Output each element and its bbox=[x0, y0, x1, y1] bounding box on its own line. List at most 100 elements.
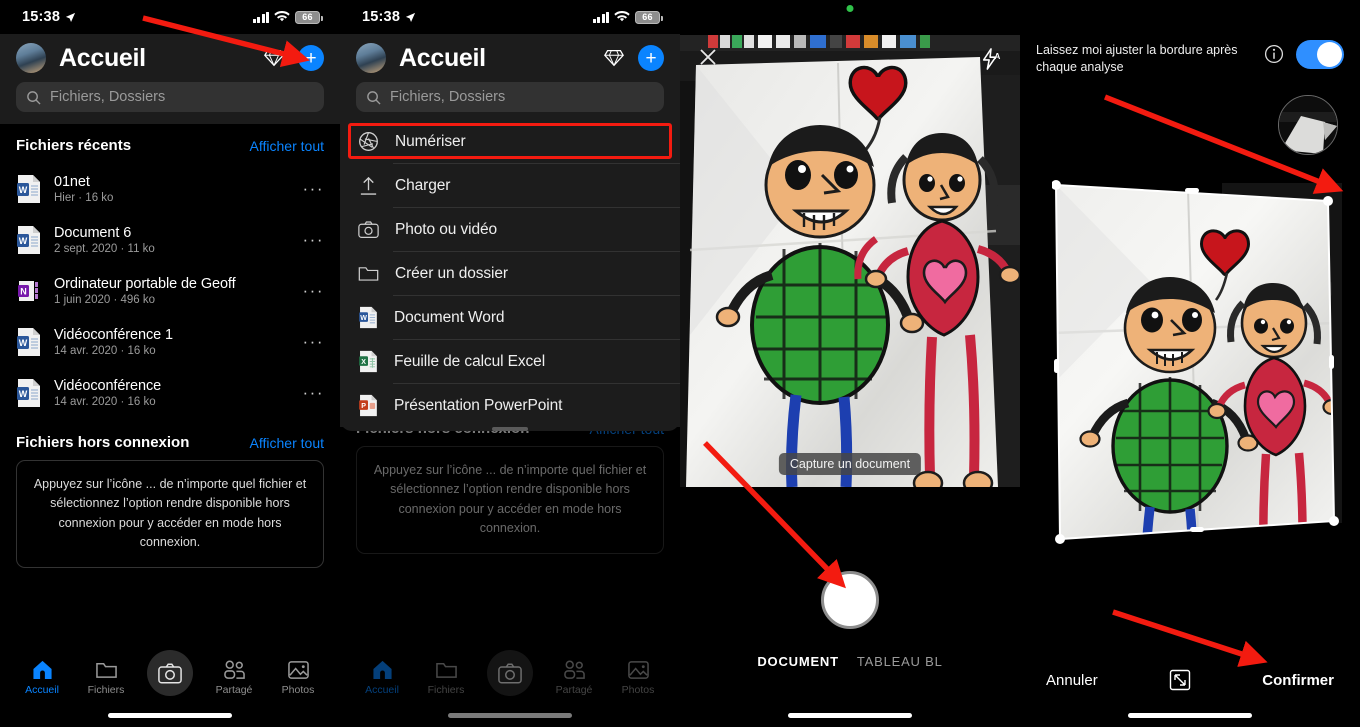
svg-text:W: W bbox=[19, 389, 28, 399]
menu-item-label: Créer un dossier bbox=[395, 264, 508, 282]
menu-item-document-word[interactable]: W Document Word bbox=[340, 296, 680, 339]
avatar[interactable] bbox=[16, 43, 46, 73]
camera-root: A Capture un document DOCUMENT TABLEAU B… bbox=[680, 0, 1020, 727]
file-more-button[interactable]: ··· bbox=[297, 179, 324, 199]
header-row: Accueil + bbox=[16, 34, 324, 82]
home-indicator bbox=[108, 713, 232, 718]
file-name: Document 6 bbox=[54, 224, 132, 241]
tab-label: Photos bbox=[281, 684, 315, 696]
file-name: Ordinateur portable de Geoff bbox=[54, 275, 236, 292]
search-input[interactable]: Fichiers, Dossiers bbox=[16, 82, 324, 112]
info-circle-icon[interactable] bbox=[1264, 44, 1284, 64]
file-more-button[interactable]: ··· bbox=[297, 281, 324, 301]
offline-see-all[interactable]: Afficher tout bbox=[250, 435, 324, 451]
excel-file-icon: X bbox=[359, 350, 377, 373]
battery-indicator: 66 bbox=[635, 10, 663, 24]
status-bar: 15:38 66 bbox=[340, 0, 680, 34]
svg-text:W: W bbox=[19, 338, 28, 348]
wifi-icon bbox=[614, 11, 630, 22]
folder-icon bbox=[95, 663, 117, 678]
menu-item-feuille-excel[interactable]: X Feuille de calcul Excel bbox=[340, 340, 680, 383]
confirm-button[interactable]: Confirmer bbox=[1262, 672, 1334, 689]
svg-text:W: W bbox=[19, 236, 28, 246]
menu-item-photo-video[interactable]: Photo ou vidéo bbox=[340, 208, 680, 251]
screenshot-stage: 15:38 66 Accueil + Fichiers, Dossiers Fi… bbox=[0, 0, 1360, 727]
status-time: 15:38 bbox=[362, 9, 401, 25]
file-more-button[interactable]: ··· bbox=[297, 383, 324, 403]
tab-fichiers[interactable]: Fichiers bbox=[78, 659, 134, 696]
location-arrow-icon bbox=[66, 12, 76, 22]
file-more-button[interactable]: ··· bbox=[297, 332, 324, 352]
resize-arrows-icon[interactable] bbox=[1169, 669, 1191, 691]
folder-outline-icon bbox=[358, 267, 379, 281]
recent-title: Fichiers récents bbox=[16, 137, 132, 154]
menu-item-label: Document Word bbox=[394, 308, 505, 326]
word-file-icon: W bbox=[16, 378, 42, 408]
search-input[interactable]: Fichiers, Dossiers bbox=[356, 82, 664, 112]
search-icon bbox=[27, 90, 41, 105]
crop-action-bar: Annuler Confirmer bbox=[1020, 669, 1360, 691]
mode-document[interactable]: DOCUMENT bbox=[757, 654, 839, 669]
home-indicator bbox=[1128, 713, 1252, 718]
close-icon[interactable] bbox=[698, 47, 718, 67]
add-button[interactable]: + bbox=[298, 45, 324, 71]
recent-see-all[interactable]: Afficher tout bbox=[250, 138, 324, 154]
table-row[interactable]: W Vidéoconférence 14 avr. 2020 · 16 ko ·… bbox=[0, 367, 340, 418]
file-name: 01net bbox=[54, 173, 90, 190]
sheet-grabber[interactable] bbox=[492, 427, 528, 431]
menu-item-charger[interactable]: Charger bbox=[340, 164, 680, 207]
tab-photos[interactable]: Photos bbox=[270, 659, 326, 696]
tab-accueil[interactable]: Accueil bbox=[14, 659, 70, 696]
diamond-icon[interactable] bbox=[263, 47, 285, 69]
diamond-icon[interactable] bbox=[603, 47, 625, 69]
auto-border-toggle[interactable] bbox=[1296, 40, 1344, 69]
header-row: Accueil + bbox=[356, 34, 664, 82]
menu-item-label: Feuille de calcul Excel bbox=[394, 352, 546, 370]
status-right: 66 bbox=[252, 10, 323, 24]
tab-list: Accueil Fichiers Partagé bbox=[0, 645, 340, 700]
flash-auto-icon[interactable]: A bbox=[980, 47, 1002, 71]
table-row[interactable]: N Ordinateur portable de Geoff 1 juin 20… bbox=[0, 265, 340, 316]
menu-item-label: Présentation PowerPoint bbox=[394, 396, 563, 414]
camera-icon bbox=[158, 663, 182, 683]
svg-text:A: A bbox=[994, 52, 1000, 61]
panel-crop-confirm: Laissez moi ajuster la bordure après cha… bbox=[1020, 0, 1360, 727]
photo-icon bbox=[287, 661, 309, 679]
crop-editor[interactable] bbox=[1051, 173, 1342, 545]
table-row[interactable]: W Vidéoconférence 1 14 avr. 2020 · 16 ko… bbox=[0, 316, 340, 367]
panel-home: 15:38 66 Accueil + Fichiers, Dossiers Fi… bbox=[0, 0, 340, 727]
page-title: Accueil bbox=[59, 43, 146, 72]
menu-item-presentation-powerpoint[interactable]: P Présentation PowerPoint bbox=[340, 384, 680, 427]
table-row[interactable]: W Document 6 2 sept. 2020 · 11 ko ··· bbox=[0, 214, 340, 265]
camera-outline-icon bbox=[358, 221, 379, 238]
capture-thumbnail[interactable] bbox=[1278, 95, 1338, 155]
file-subtitle: 1 juin 2020 · 496 ko bbox=[54, 293, 156, 306]
cancel-button[interactable]: Annuler bbox=[1046, 672, 1098, 689]
app-header: Accueil + Fichiers, Dossiers bbox=[340, 34, 680, 124]
offline-empty-state: Appuyez sur l’icône ... de n’importe que… bbox=[16, 460, 324, 568]
panel-camera: A Capture un document DOCUMENT TABLEAU B… bbox=[680, 0, 1020, 727]
add-button[interactable]: + bbox=[638, 45, 664, 71]
file-more-button[interactable]: ··· bbox=[297, 230, 324, 250]
offline-section-header: Fichiers hors connexion Afficher tout bbox=[0, 418, 340, 460]
camera-fab[interactable] bbox=[147, 650, 193, 696]
status-left: 15:38 bbox=[22, 9, 76, 25]
status-right: 66 bbox=[592, 10, 663, 24]
tab-partage[interactable]: Partagé bbox=[206, 659, 262, 696]
add-action-sheet: Numériser Charger Photo ou vidéo Créer u… bbox=[340, 120, 680, 431]
capture-hint: Capture un document bbox=[778, 453, 922, 475]
recent-file-list: W 01net Hier · 16 ko ··· W Document 6 2 … bbox=[0, 163, 340, 418]
tab-camera[interactable] bbox=[142, 650, 198, 700]
word-file-icon: W bbox=[16, 225, 42, 255]
table-row[interactable]: W 01net Hier · 16 ko ··· bbox=[0, 163, 340, 214]
svg-text:X: X bbox=[361, 359, 366, 366]
status-left: 15:38 bbox=[362, 9, 416, 25]
shutter-button[interactable] bbox=[821, 571, 879, 629]
file-subtitle: 14 avr. 2020 · 16 ko bbox=[54, 395, 156, 408]
crop-preview bbox=[1051, 173, 1342, 545]
word-file-icon: W bbox=[16, 174, 42, 204]
menu-item-creer-dossier[interactable]: Créer un dossier bbox=[340, 252, 680, 295]
avatar[interactable] bbox=[356, 43, 386, 73]
mode-tableau-blanc[interactable]: TABLEAU BL bbox=[857, 654, 943, 669]
file-subtitle: 14 avr. 2020 · 16 ko bbox=[54, 344, 156, 357]
